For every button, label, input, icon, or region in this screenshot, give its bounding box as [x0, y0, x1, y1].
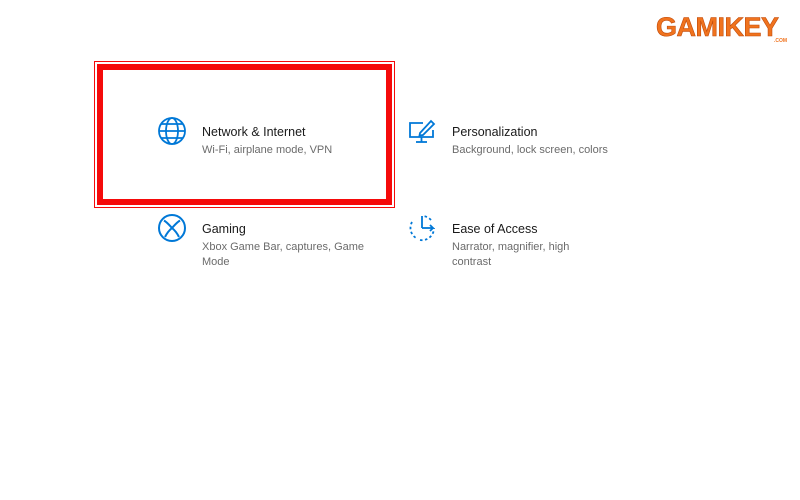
tile-title: Gaming	[202, 222, 246, 236]
tile-description: Xbox Game Bar, captures, Game Mode	[202, 241, 365, 268]
tile-description: Background, lock screen, colors	[452, 144, 608, 156]
tile-description: Narrator, magnifier, high contrast	[452, 241, 570, 268]
xbox-icon	[156, 212, 188, 244]
settings-tile-network-internet[interactable]: Network & Internet Wi-Fi, airplane mode,…	[156, 117, 376, 158]
tile-title: Network & Internet	[202, 125, 306, 139]
svg-text:GAMIKEY: GAMIKEY	[656, 12, 779, 42]
tile-title: Personalization	[452, 125, 538, 139]
settings-page: GAMIKEY .COM Network & Internet Wi-Fi, a…	[0, 0, 800, 500]
tile-description: Wi-Fi, airplane mode, VPN	[202, 144, 333, 156]
settings-tile-personalization[interactable]: Personalization Background, lock screen,…	[406, 119, 636, 158]
gamikey-logo: GAMIKEY .COM	[656, 10, 796, 44]
personalization-icon	[406, 115, 438, 147]
svg-text:.COM: .COM	[774, 38, 787, 44]
settings-tile-ease-of-access[interactable]: Ease of Access Narrator, magnifier, high…	[406, 215, 606, 270]
globe-icon	[156, 115, 188, 147]
tile-title: Ease of Access	[452, 222, 538, 236]
settings-tile-gaming[interactable]: Gaming Xbox Game Bar, captures, Game Mod…	[156, 214, 364, 270]
ease-of-access-icon	[406, 212, 438, 244]
